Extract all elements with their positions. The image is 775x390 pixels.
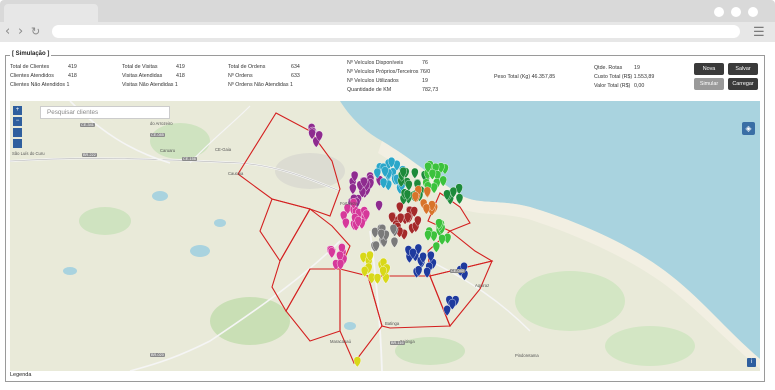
stat-visitas-atendidas: Visitas Atendidas 418 xyxy=(122,73,185,79)
window-dot-2[interactable] xyxy=(731,7,741,17)
window-dot-3[interactable] xyxy=(748,7,758,17)
reload-icon[interactable]: ↻ xyxy=(31,24,40,40)
layers-icon[interactable]: ◈ xyxy=(742,122,755,135)
legend-label: Legenda xyxy=(10,372,32,378)
page: [ Simulação ] Total de Clientes 419 Clie… xyxy=(0,42,775,390)
map-pin[interactable] xyxy=(423,186,432,198)
stat-veiculos-disponiveis: Nº Veículos Disponíveis 76 xyxy=(347,60,428,66)
stat-peso-total: Peso Total (Kg) 46.357,85 xyxy=(494,74,556,80)
forward-icon[interactable]: › xyxy=(18,24,23,40)
menu-icon[interactable]: ☰ xyxy=(753,25,765,38)
map-pin[interactable] xyxy=(396,201,404,213)
map-pin[interactable] xyxy=(424,229,432,241)
stat-clientes-atendidos: Clientes Atendidos 418 xyxy=(10,73,77,79)
road-label-1: CE-085 xyxy=(150,133,165,137)
map-label-1: do Arrozeiro xyxy=(150,121,173,126)
map-label-10: Batinga xyxy=(385,321,400,326)
info-icon[interactable]: i xyxy=(747,358,756,367)
stat-qtde-rotas: Qtde. Rotas 19 xyxy=(594,65,640,71)
route-map[interactable]: Pesquisar clientes + − ◈ i do Arrozeiro … xyxy=(10,101,760,371)
map-label-2: Caucaia xyxy=(228,171,244,176)
road-label-7: CE-040 xyxy=(450,269,465,273)
road-label-3: BR-222 xyxy=(82,153,97,157)
pan-tool-icon[interactable] xyxy=(13,128,22,137)
simular-button[interactable]: Simular xyxy=(694,78,724,90)
search-clients-input[interactable]: Pesquisar clientes xyxy=(40,106,170,119)
map-label-8: Aquiraz xyxy=(475,283,490,288)
stat-valor-total: Valor Total (R$) 0,00 xyxy=(594,83,645,89)
map-label-6: São Luís do Curu xyxy=(12,151,45,156)
stat-total-visitas: Total de Visitas 419 xyxy=(122,64,185,70)
panel-title: [ Simulação ] xyxy=(10,51,52,57)
road-label-6: BR-020 xyxy=(150,353,165,357)
map-label-4: Caruaru xyxy=(160,148,176,153)
back-icon[interactable]: ‹ xyxy=(5,24,10,40)
nova-button[interactable]: Nova xyxy=(694,63,724,75)
stat-ordens-nao-atendidas: Nº Ordens Não Atendidas 1 xyxy=(228,82,293,88)
road-label-4: CE-156 xyxy=(182,157,197,161)
map-pin[interactable] xyxy=(432,241,441,253)
zoom-in-button[interactable]: + xyxy=(13,106,22,115)
road-label-5: BR-116 xyxy=(390,341,405,345)
map-pin[interactable] xyxy=(336,259,345,271)
stat-quantidade-km: Quantidade de KM 782,73 xyxy=(347,87,439,93)
browser-tab[interactable] xyxy=(4,4,98,22)
zoom-out-button[interactable]: − xyxy=(13,117,22,126)
map-pin[interactable] xyxy=(328,247,336,259)
carregar-button[interactable]: Carregar xyxy=(728,78,758,90)
map-label-11: Maracanaú xyxy=(330,339,351,344)
stat-clientes-nao-atendidos: Clientes Não Atendidos 1 xyxy=(10,82,70,88)
map-pin[interactable] xyxy=(353,356,362,368)
map-pin[interactable] xyxy=(375,200,383,212)
stat-visitas-nao-atendidas: Visitas Não Atendidas 1 xyxy=(122,82,178,88)
map-pin[interactable] xyxy=(390,236,399,248)
map-label-5: Fortaleza xyxy=(340,201,358,206)
map-canvas[interactable] xyxy=(10,101,760,371)
stat-total-clientes: Total de Clientes 419 xyxy=(10,64,77,70)
window-dot-1[interactable] xyxy=(714,7,724,17)
map-pin[interactable] xyxy=(349,183,357,195)
address-bar[interactable] xyxy=(52,25,740,38)
map-label-9: Pindoretama xyxy=(515,353,539,358)
browser-toolbar: ‹ › ↻ ☰ xyxy=(0,22,775,42)
stat-custo-total: Custo Total (R$) 1.553,89 xyxy=(594,74,655,80)
layer-tool-icon[interactable] xyxy=(13,139,22,148)
stat-n-ordens: Nº Ordens 633 xyxy=(228,73,300,79)
map-pin[interactable] xyxy=(443,305,451,317)
map-label-3: CE-Gaia xyxy=(215,147,232,152)
road-label-2: CE-341 xyxy=(80,123,95,127)
stat-veiculos-utilizados: Nº Veículos Utilizados 19 xyxy=(347,78,428,84)
map-pin[interactable] xyxy=(438,234,446,246)
stat-veiculos-proprios: Nº Veículos Próprios/Terceiros 76/0 xyxy=(347,69,431,75)
map-pin[interactable] xyxy=(422,203,431,215)
stat-total-ordens: Total de Ordens 634 xyxy=(228,64,300,70)
map-pin[interactable] xyxy=(373,273,382,285)
salvar-button[interactable]: Salvar xyxy=(728,63,758,75)
map-pin[interactable] xyxy=(342,217,350,229)
